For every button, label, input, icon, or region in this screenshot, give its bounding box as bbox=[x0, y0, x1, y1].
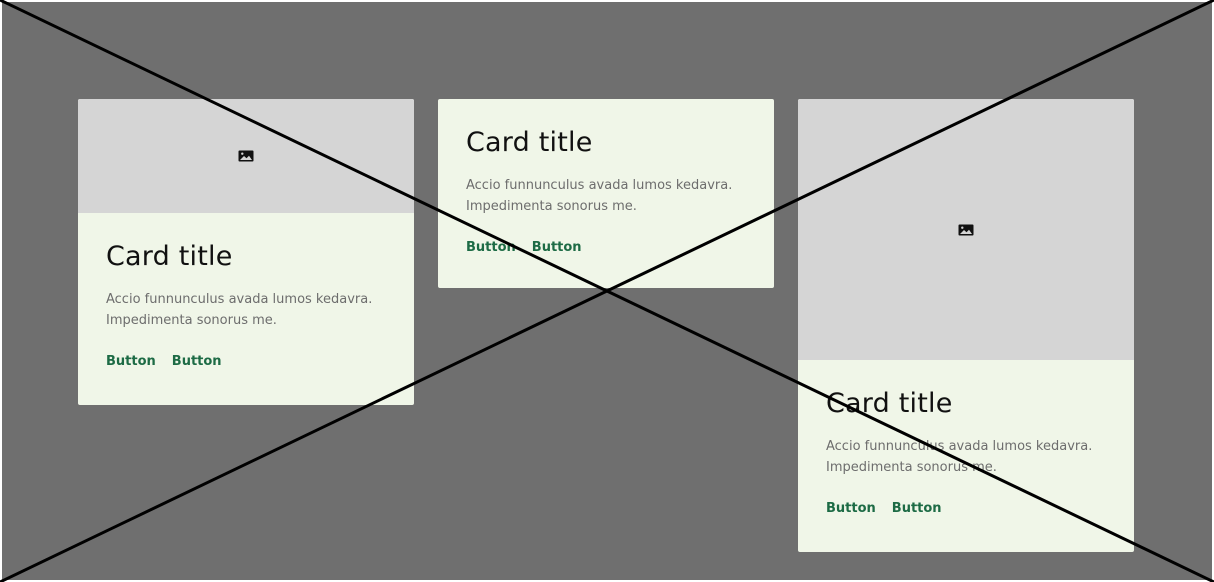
card-body: Accio funnunculus avada lumos kedavra. I… bbox=[466, 175, 736, 217]
card-body-line-2: Impedimenta sonorus me. bbox=[826, 460, 997, 475]
card-body: Accio funnunculus avada lumos kedavra. I… bbox=[106, 289, 376, 331]
card-button-secondary[interactable]: Button bbox=[532, 240, 582, 256]
card-actions: Button Button bbox=[466, 240, 746, 256]
card-title: Card title bbox=[466, 127, 593, 158]
card-body-line-1: Accio funnunculus avada lumos kedavra. bbox=[466, 178, 733, 193]
card-button-primary[interactable]: Button bbox=[826, 501, 876, 517]
card-button-primary[interactable]: Button bbox=[106, 354, 156, 370]
card-content: Card title Accio funnunculus avada lumos… bbox=[798, 360, 1134, 517]
card-body-line-2: Impedimenta sonorus me. bbox=[106, 313, 277, 328]
image-icon bbox=[238, 150, 254, 162]
card-actions: Button Button bbox=[106, 354, 386, 370]
card-actions: Button Button bbox=[826, 501, 1106, 517]
card-body-line-1: Accio funnunculus avada lumos kedavra. bbox=[106, 292, 373, 307]
card-button-primary[interactable]: Button bbox=[466, 240, 516, 256]
card-media bbox=[798, 99, 1134, 360]
card-title: Card title bbox=[106, 241, 233, 272]
card-content: Card title Accio funnunculus avada lumos… bbox=[78, 213, 414, 370]
card-with-image-top: Card title Accio funnunculus avada lumos… bbox=[78, 99, 414, 405]
card-text-only: Card title Accio funnunculus avada lumos… bbox=[438, 99, 774, 288]
card-body-line-1: Accio funnunculus avada lumos kedavra. bbox=[826, 439, 1093, 454]
card-body: Accio funnunculus avada lumos kedavra. I… bbox=[826, 436, 1096, 478]
image-icon bbox=[958, 224, 974, 235]
card-button-secondary[interactable]: Button bbox=[892, 501, 942, 517]
card-content: Card title Accio funnunculus avada lumos… bbox=[438, 99, 774, 256]
card-media bbox=[78, 99, 414, 213]
card-title: Card title bbox=[826, 388, 953, 419]
card-button-secondary[interactable]: Button bbox=[172, 354, 222, 370]
card-body-line-2: Impedimenta sonorus me. bbox=[466, 199, 637, 214]
placeholder-canvas: Card title Accio funnunculus avada lumos… bbox=[0, 0, 1214, 582]
card-with-tall-image: Card title Accio funnunculus avada lumos… bbox=[798, 99, 1134, 552]
